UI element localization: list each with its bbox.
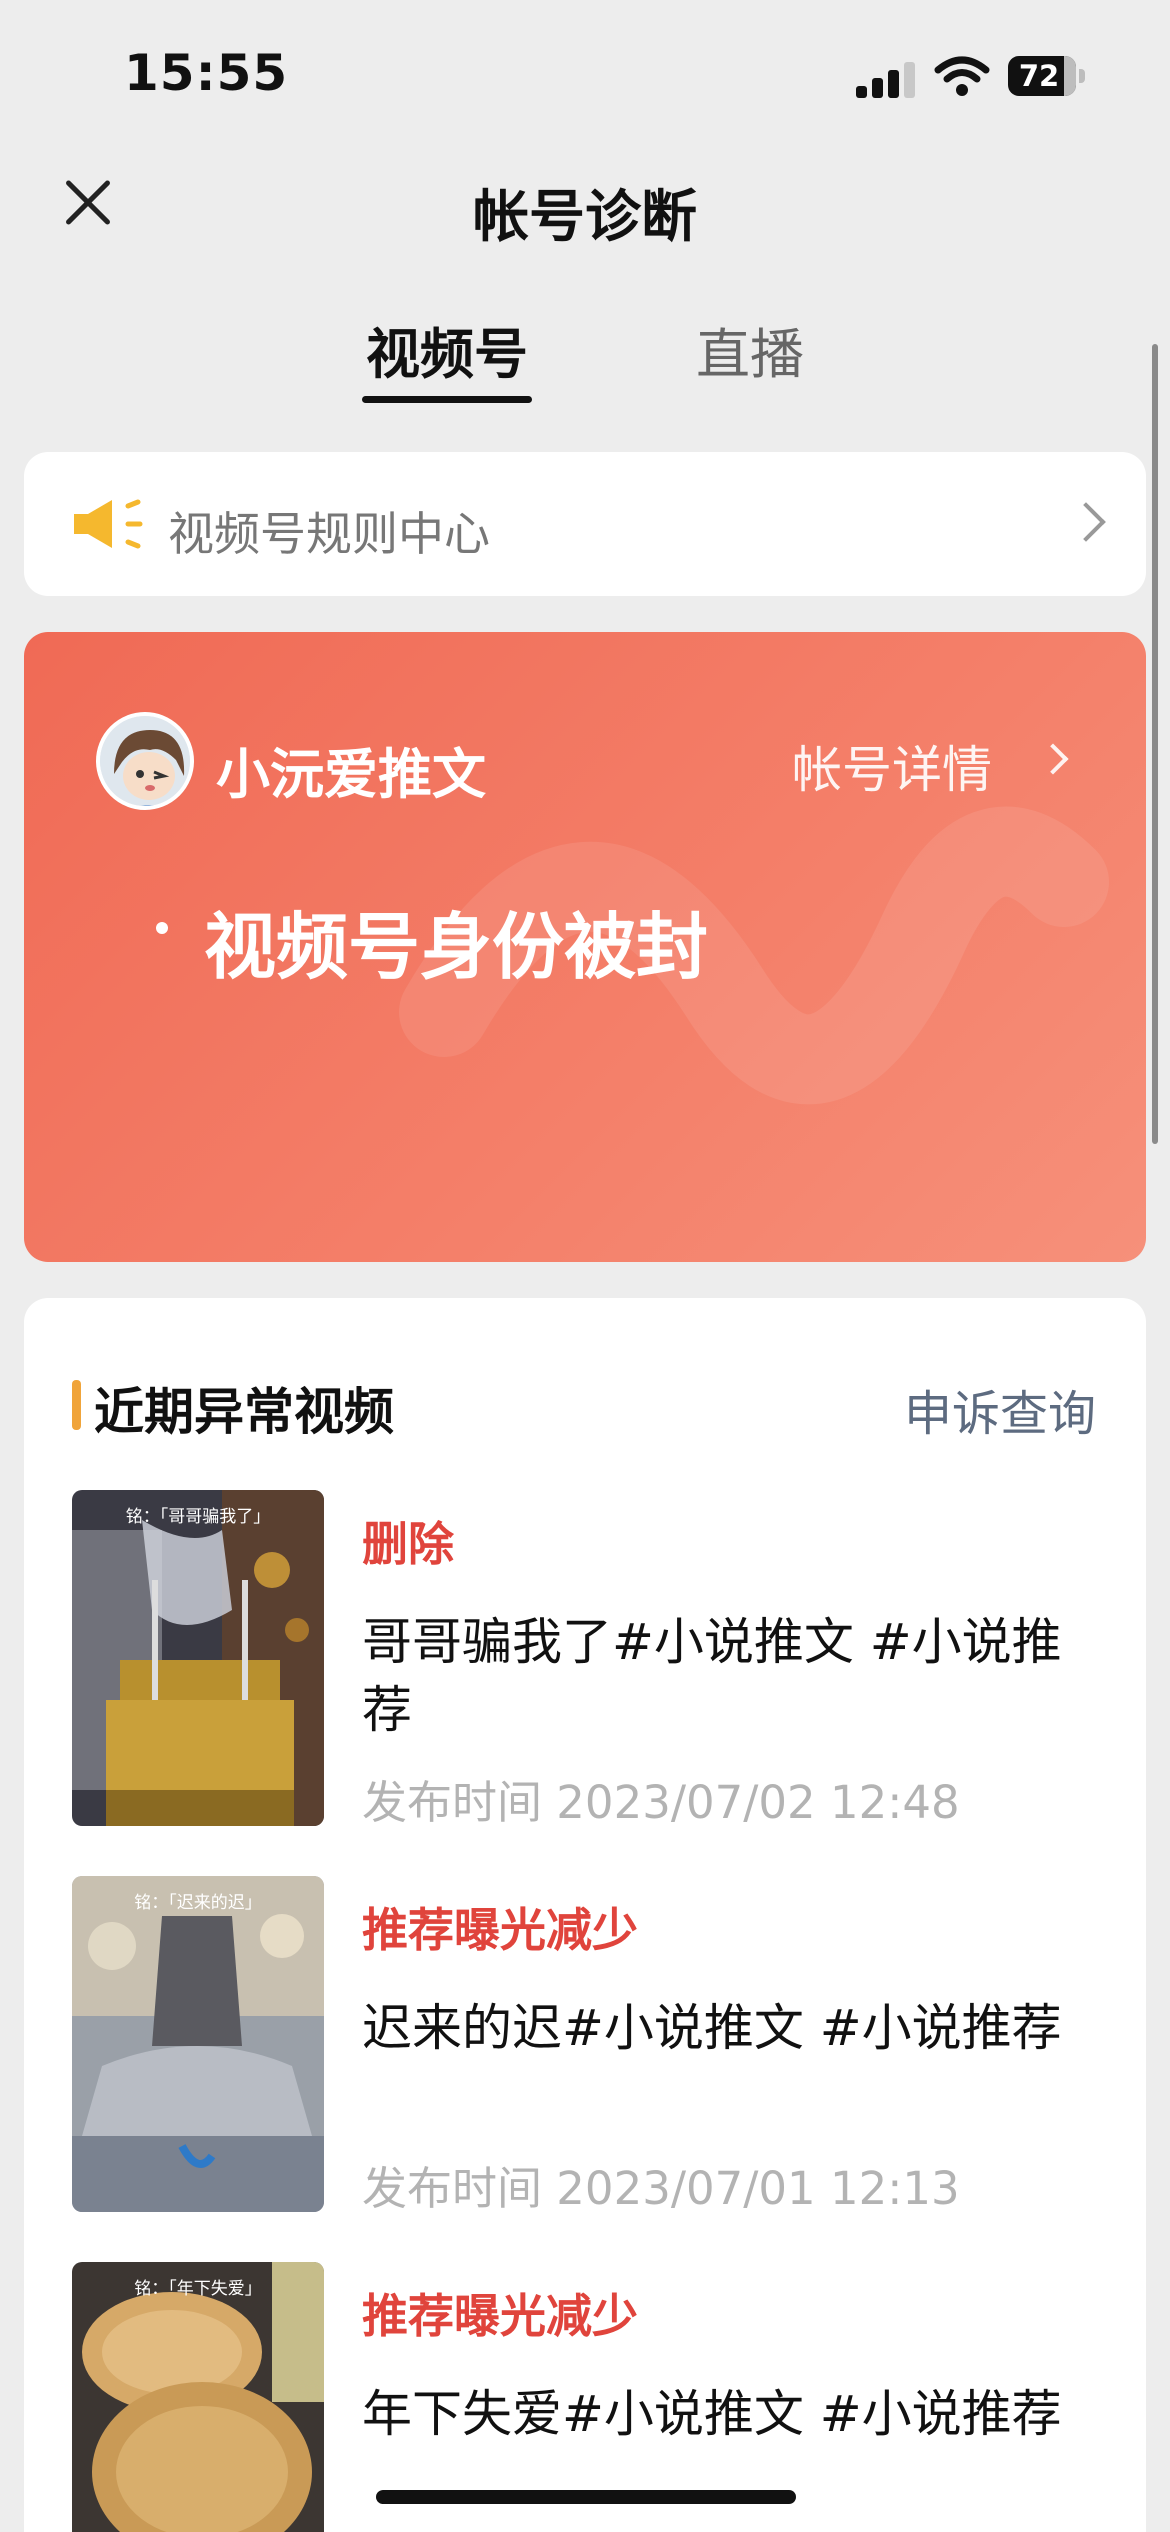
video-title: 哥哥骗我了#小说推文 #小说推荐 — [362, 1613, 1062, 1739]
video-status-label: 推荐曝光减少 — [362, 1903, 638, 1957]
video-status-label: 删除 — [362, 1517, 454, 1571]
account-name: 小沅爱推文 — [216, 743, 486, 806]
tab-channels[interactable]: 视频号 — [362, 310, 532, 389]
video-publish-time: 发布时间 2023/07/01 12:13 — [362, 2162, 960, 2215]
video-thumbnail[interactable]: 铭：「年下失爱」 — [72, 2262, 324, 2532]
video-status-label: 推荐曝光减少 — [362, 2289, 638, 2343]
thumbnail-caption: 铭：「哥哥骗我了」 — [125, 1507, 271, 1527]
video-title: 迟来的迟#小说推文 #小说推荐 — [362, 1999, 1062, 2057]
cellular-signal-icon — [856, 60, 916, 98]
video-list-item[interactable]: 铭：「哥哥骗我了」 删除 哥哥骗我了#小说推文 #小说推荐 发布时间 2023/… — [72, 1490, 1112, 1830]
rules-center-label: 视频号规则中心 — [168, 507, 490, 561]
page-title: 帐号诊断 — [473, 185, 697, 250]
section-accent-bar — [72, 1380, 81, 1430]
rules-center-banner[interactable]: 视频号规则中心 — [24, 452, 1146, 596]
active-tab-indicator — [362, 396, 532, 403]
status-bullet — [156, 922, 168, 934]
speaker-icon — [74, 499, 143, 549]
battery-icon: 72 — [1008, 56, 1086, 96]
battery-level: 72 — [1018, 59, 1060, 93]
scrollbar[interactable] — [1152, 344, 1158, 1144]
home-indicator[interactable] — [376, 2490, 796, 2504]
account-status-card: 小沅爱推文 帐号详情 视频号身份被封 — [24, 632, 1146, 1262]
video-title: 年下失爱#小说推文 #小说推荐 — [362, 2385, 1062, 2443]
video-thumbnail[interactable]: 铭：「哥哥骗我了」 — [72, 1490, 324, 1826]
avatar[interactable] — [96, 712, 194, 810]
video-thumbnail[interactable]: 铭：「迟来的迟」 — [72, 1876, 324, 2212]
thumbnail-caption: 铭：「年下失爱」 — [134, 2279, 262, 2299]
video-list-item[interactable]: 铭：「迟来的迟」 推荐曝光减少 迟来的迟#小说推文 #小说推荐 发布时间 202… — [72, 1876, 1112, 2216]
tab-live[interactable]: 直播 — [680, 310, 820, 389]
account-status-text: 视频号身份被封 — [204, 905, 709, 989]
status-bar: 15:55 72 — [0, 0, 1170, 150]
wifi-icon — [934, 56, 990, 96]
section-title: 近期异常视频 — [94, 1383, 394, 1441]
thumbnail-caption: 铭：「迟来的迟」 — [134, 1893, 262, 1913]
appeal-query-link[interactable]: 申诉查询 — [904, 1374, 1096, 1444]
account-detail-link[interactable]: 帐号详情 — [792, 730, 992, 802]
chevron-right-icon — [1066, 502, 1106, 542]
video-publish-time: 发布时间 2023/07/02 12:48 — [362, 1776, 960, 1829]
abnormal-videos-section: 近期异常视频 申诉查询 铭：「哥哥骗我了」 删除 哥哥骗我了#小说推文 #小说推… — [24, 1298, 1146, 2532]
status-time: 15:55 — [124, 44, 289, 102]
